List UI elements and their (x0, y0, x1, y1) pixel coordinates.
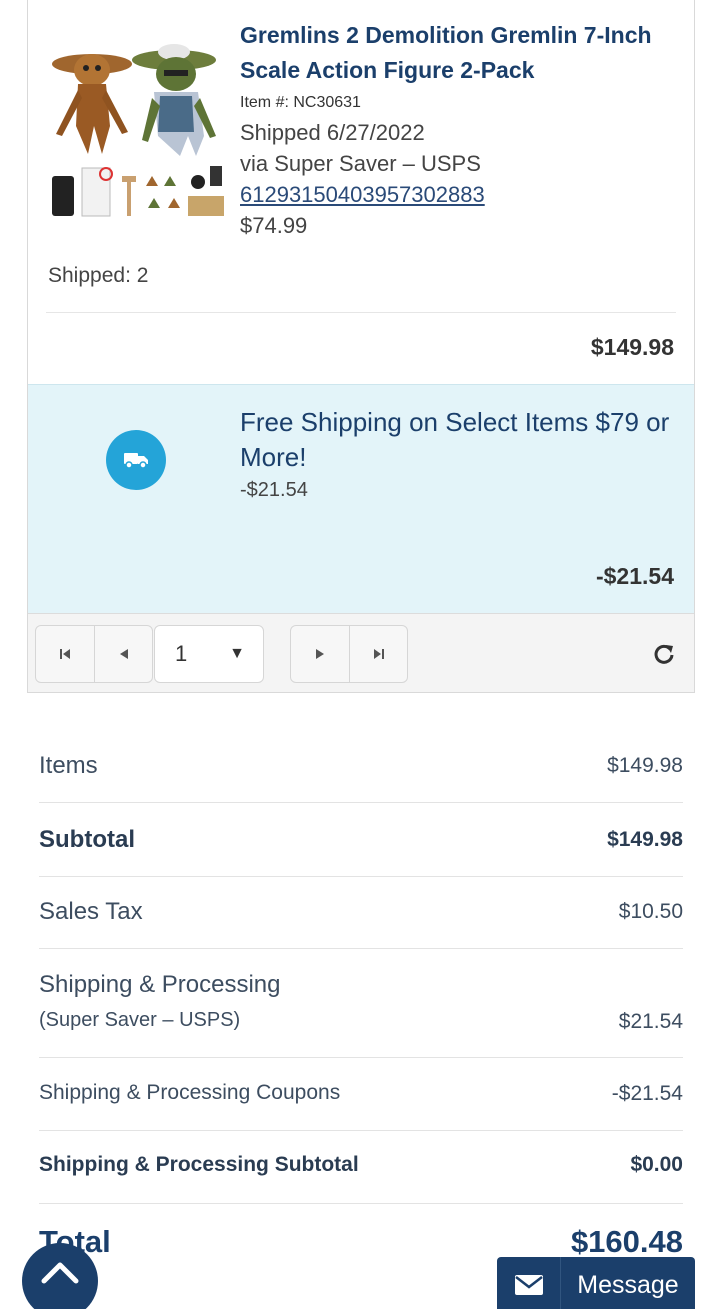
product-image[interactable] (48, 36, 226, 224)
total-value: $160.48 (570, 1224, 683, 1259)
shipping-value: $21.54 (618, 1010, 683, 1033)
page-select-value: 1 (175, 641, 188, 666)
line-total: $149.98 (590, 334, 674, 360)
shipped-quantity: Shipped: 2 (48, 264, 149, 287)
product-photo (52, 44, 224, 217)
items-value: $149.98 (607, 754, 683, 777)
summary-row-shipping-subtotal: Shipping & Processing Subtotal $0.00 (39, 1131, 683, 1204)
prev-page-icon (119, 649, 128, 659)
coupons-label: Shipping & Processing Coupons (39, 1081, 341, 1104)
order-line-item: Gremlins 2 Demolition Gremlin 7-Inch Sca… (28, 0, 694, 384)
subtotal-value: $149.98 (607, 828, 683, 851)
message-button[interactable]: Message (497, 1257, 695, 1309)
shipping-method: via Super Saver – USPS (240, 151, 481, 176)
summary-row-items: Items $149.98 (39, 730, 683, 803)
last-page-icon (373, 649, 384, 659)
envelope-icon (514, 1275, 543, 1295)
order-summary: Items $149.98 Subtotal $149.98 Sales Tax… (39, 730, 683, 1284)
item-number: Item #: NC30631 (240, 94, 361, 111)
promo-total: -$21.54 (595, 563, 674, 589)
promo-title: Free Shipping on Select Items $79 or Mor… (240, 407, 670, 472)
promo-amount: -$21.54 (240, 479, 308, 501)
page-select[interactable]: 1 ▼ (154, 625, 264, 683)
truck-icon (124, 453, 148, 469)
unit-price: $74.99 (240, 213, 308, 238)
pagination-bar: 1 ▼ (28, 613, 694, 692)
tax-value: $10.50 (618, 900, 683, 923)
coupons-value: -$21.54 (611, 1082, 683, 1105)
summary-row-coupons: Shipping & Processing Coupons -$21.54 (39, 1058, 683, 1131)
refresh-icon (654, 644, 674, 664)
first-page-icon (60, 649, 70, 659)
subtotal-label: Subtotal (39, 826, 135, 853)
next-page-button[interactable] (291, 626, 349, 682)
pager-forward-group (290, 625, 408, 683)
product-title[interactable]: Gremlins 2 Demolition Gremlin 7-Inch Sca… (240, 18, 680, 88)
refresh-button[interactable] (650, 640, 678, 668)
message-icon-wrap (497, 1257, 561, 1309)
last-page-button[interactable] (349, 626, 407, 682)
message-label: Message (577, 1270, 679, 1299)
tax-label: Sales Tax (39, 898, 143, 925)
shipping-method-note: (Super Saver – USPS) (39, 1009, 241, 1031)
summary-row-subtotal: Subtotal $149.98 (39, 803, 683, 877)
shipping-label: Shipping & Processing (39, 971, 281, 998)
next-page-icon (316, 649, 324, 659)
promo-badge (106, 430, 166, 490)
tracking-number-link[interactable]: 61293150403957302883 (240, 182, 485, 208)
order-item-card: Gremlins 2 Demolition Gremlin 7-Inch Sca… (27, 0, 695, 693)
chevron-down-icon: ▼ (229, 645, 245, 662)
scroll-to-top-button[interactable] (22, 1243, 98, 1309)
divider (46, 312, 676, 313)
chevron-up-icon (41, 1262, 79, 1284)
promo-line-item: Free Shipping on Select Items $79 or Mor… (28, 384, 694, 613)
prev-page-button[interactable] (94, 626, 152, 682)
shipped-date: Shipped 6/27/2022 (240, 120, 425, 145)
first-page-button[interactable] (36, 626, 94, 682)
shipping-subtotal-value: $0.00 (630, 1153, 683, 1176)
items-label: Items (39, 752, 98, 779)
shipping-subtotal-label: Shipping & Processing Subtotal (39, 1153, 359, 1176)
summary-row-tax: Sales Tax $10.50 (39, 877, 683, 949)
pager-back-group (35, 625, 153, 683)
summary-row-shipping: Shipping & Processing (Super Saver – USP… (39, 949, 683, 1058)
